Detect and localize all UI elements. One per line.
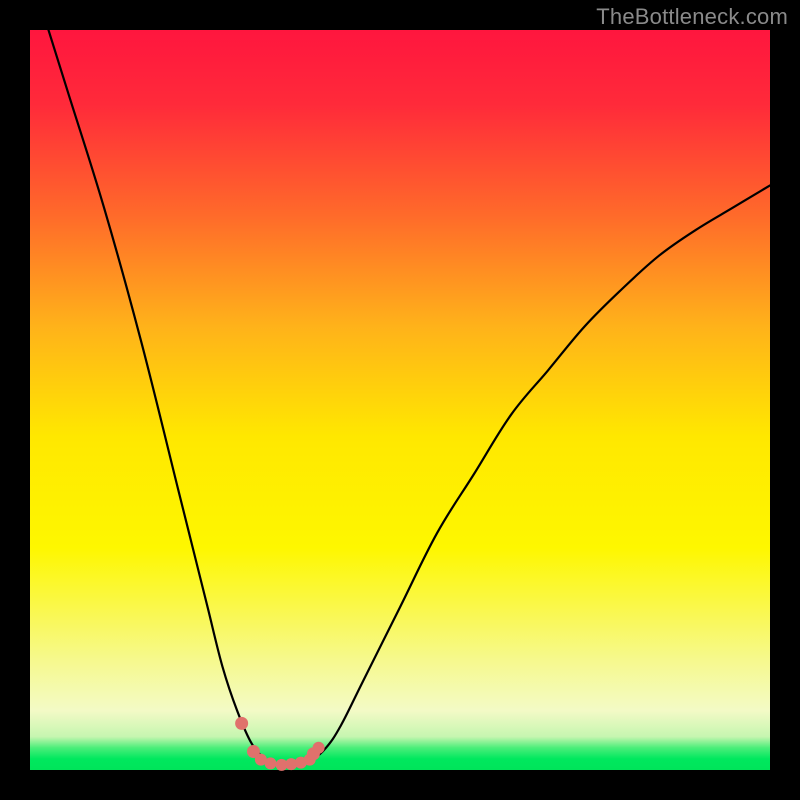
curve-marker <box>313 742 325 754</box>
plot-area <box>30 30 770 770</box>
watermark-text: TheBottleneck.com <box>596 4 788 30</box>
chart-frame: TheBottleneck.com <box>0 0 800 800</box>
bottleneck-chart <box>0 0 800 800</box>
curve-marker <box>265 757 277 769</box>
curve-marker <box>235 717 248 730</box>
